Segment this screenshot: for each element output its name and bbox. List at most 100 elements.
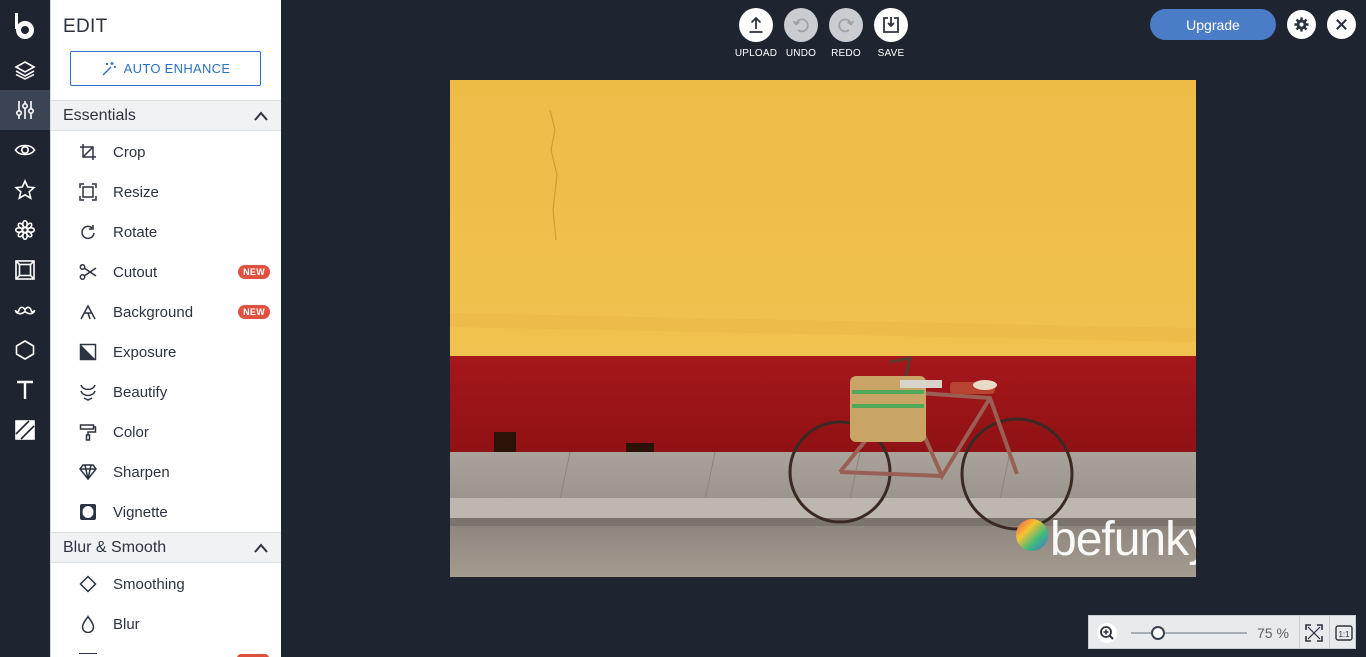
beautify-icon [79,383,97,401]
section-blur-smooth-header[interactable]: Blur & Smooth [51,532,281,563]
zoom-bar: 75 % 1:1 [1088,615,1356,649]
rail-edit-button[interactable] [0,90,50,130]
tool-cutout[interactable]: Cutout NEW [51,252,277,292]
photo-canvas[interactable]: befunky [450,80,1196,577]
new-badge: NEW [238,305,270,319]
tool-label: Background [113,303,194,321]
auto-enhance-button[interactable]: AUTO ENHANCE [70,51,261,86]
tool-vignette[interactable]: Vignette [51,492,277,532]
bicycle-photo: befunky [450,80,1196,577]
zoom-slider-track[interactable] [1131,632,1247,634]
tool-label: Beautify [113,383,168,401]
flower-icon [14,219,36,241]
layers-icon [14,61,36,80]
tool-sharpen[interactable]: Sharpen [51,452,277,492]
tool-label: Crop [113,143,146,161]
redo-button[interactable]: REDO [828,8,864,59]
diamond-icon [79,463,97,481]
close-icon [1336,19,1347,30]
rail-layers-button[interactable] [0,50,50,90]
tool-beautify[interactable]: Beautify [51,372,277,412]
panel-title: EDIT [63,16,108,37]
drop-icon [79,615,97,634]
rail-touchup-button[interactable] [0,210,50,250]
save-icon [883,17,899,33]
close-button[interactable] [1327,10,1356,39]
section-essentials-header[interactable]: Essentials [51,100,281,131]
section-title: Essentials [63,106,136,124]
divider [1299,616,1300,648]
tool-label: Resize [113,183,159,201]
tool-label: Cutout [113,263,158,281]
tool-label: Sharpen [113,463,170,481]
redo-icon [838,18,855,33]
tool-label: Smoothing [113,575,185,593]
zoom-slider-knob[interactable] [1150,626,1165,640]
actual-size-icon[interactable]: 1:1 [1333,622,1355,644]
svg-text:befunky: befunky [1050,513,1196,566]
rail-frames-button[interactable] [0,250,50,290]
tool-background[interactable]: Background NEW [51,292,277,332]
tool-label: Rotate [113,223,158,241]
shape-icon [15,340,35,360]
rail-overlays-button[interactable] [0,330,50,370]
eye-icon [14,144,36,156]
rail-text-button[interactable] [0,370,50,410]
undo-icon [792,18,809,33]
smoothing-icon [79,575,97,593]
crop-icon [79,143,97,161]
background-remover-icon [79,303,97,321]
zoom-value: 75 % [1257,625,1289,641]
upgrade-button[interactable]: Upgrade [1150,9,1276,40]
texture-icon [15,420,35,440]
undo-button[interactable]: UNDO [783,8,819,59]
edit-panel: EDIT AUTO ENHANCE Essentials Crop Resize… [50,0,281,657]
scissors-icon [79,263,97,281]
rotate-icon [79,223,97,241]
sliders-icon [15,101,35,119]
tool-label: Exposure [113,343,177,361]
chevron-up-icon [254,111,268,121]
svg-text:1:1: 1:1 [1338,630,1350,639]
tool-color[interactable]: Color [51,412,277,452]
text-icon [17,380,33,399]
vignette-icon [79,503,97,521]
rail-textures-button[interactable] [0,410,50,450]
tool-rotate[interactable]: Rotate [51,212,277,252]
rail-graphics-button[interactable] [0,290,50,330]
tool-smoothing[interactable]: Smoothing [51,564,277,604]
save-label: SAVE [877,48,905,59]
magic-wand-icon [102,61,116,75]
fit-to-screen-icon[interactable] [1303,622,1325,644]
frame-icon [15,260,35,280]
rail-artsy-button[interactable] [0,170,50,210]
paint-roller-icon [79,423,97,441]
rail-effects-button[interactable] [0,130,50,170]
mustache-icon [14,306,36,315]
upload-button[interactable]: UPLOAD [735,8,777,59]
tool-label: Color [113,423,149,441]
left-rail [0,0,50,657]
chevron-up-icon [254,543,268,553]
gear-icon [1294,17,1309,32]
tool-crop[interactable]: Crop [51,132,277,172]
resize-icon [79,183,97,201]
auto-enhance-label: AUTO ENHANCE [123,61,231,76]
tool-blur[interactable]: Blur [51,604,277,644]
zoom-in-icon[interactable] [1096,622,1118,644]
new-badge: NEW [238,265,270,279]
exposure-icon [79,343,97,361]
settings-button[interactable] [1287,10,1316,39]
tool-label: Vignette [113,503,168,521]
section-title: Blur & Smooth [63,538,167,556]
star-icon [14,179,36,200]
befunky-b-logo [15,13,34,39]
tool-resize[interactable]: Resize [51,172,277,212]
save-button[interactable]: SAVE [873,8,909,59]
divider [1329,616,1330,648]
upload-icon [749,16,763,33]
tool-label: Blur [113,615,140,633]
partial-tool-icon [79,653,97,657]
tool-exposure[interactable]: Exposure [51,332,277,372]
befunky-logo[interactable] [0,6,50,46]
